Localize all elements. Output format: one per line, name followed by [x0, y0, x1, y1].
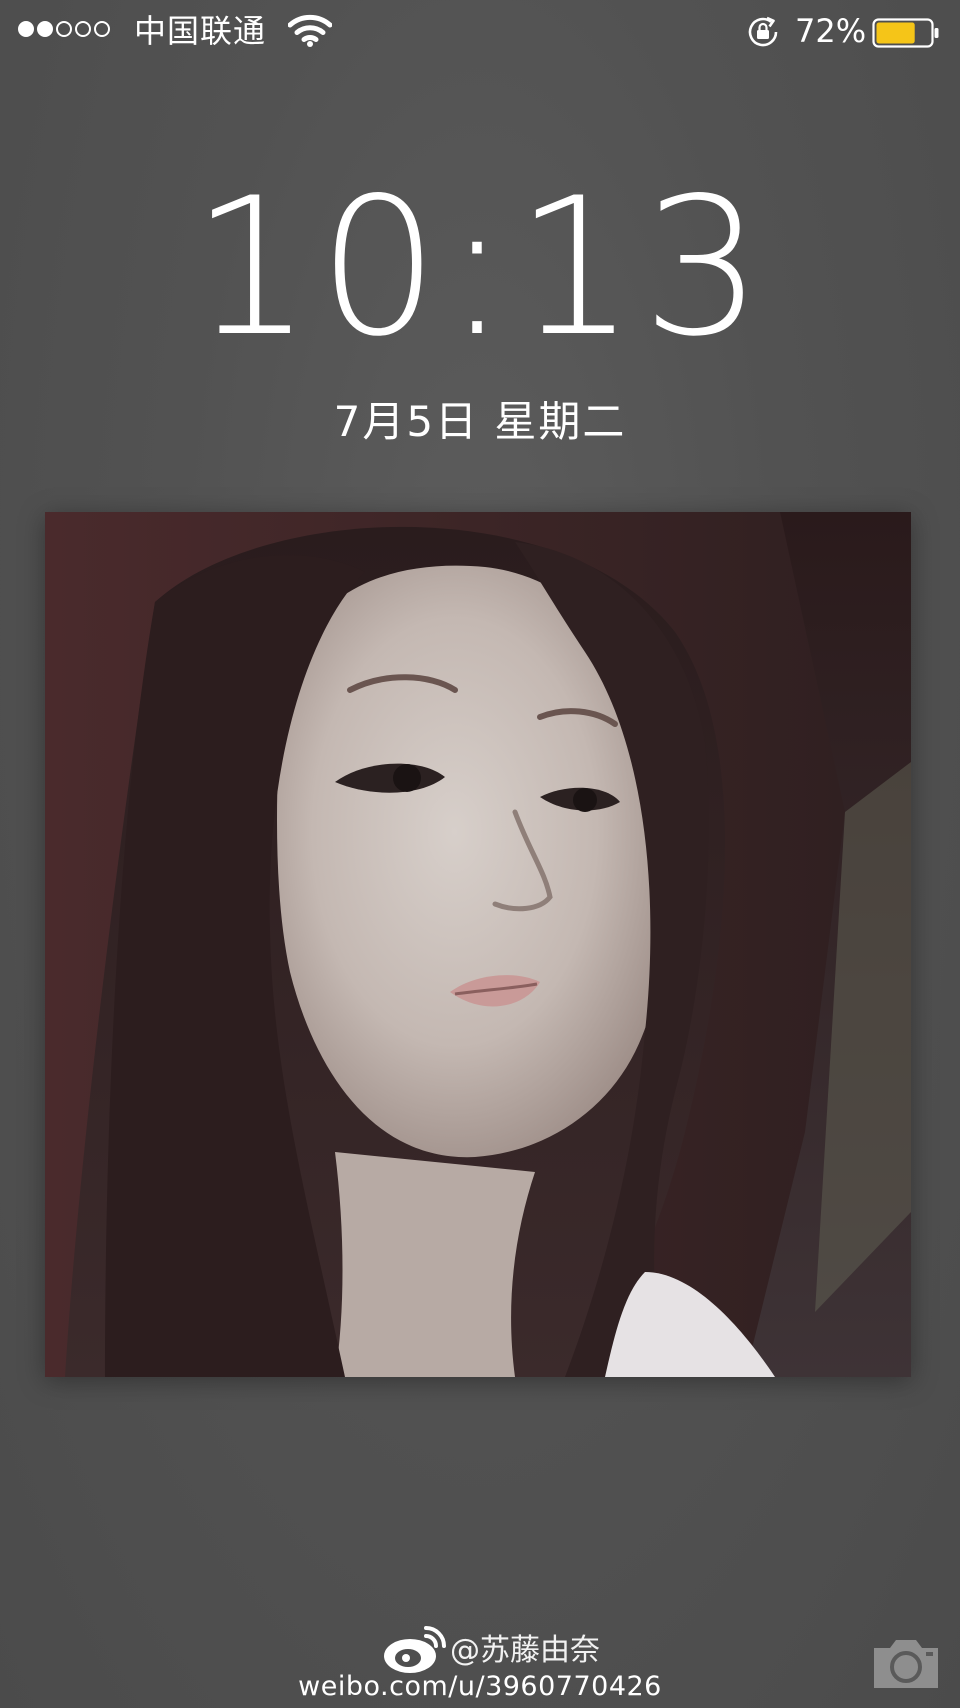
portrait-photo	[45, 512, 911, 1377]
battery-icon	[872, 18, 939, 48]
signal-dot	[94, 21, 110, 37]
weibo-icon	[384, 1626, 446, 1673]
signal-dot	[18, 21, 34, 37]
carrier-name: 中国联通	[134, 12, 267, 50]
signal-dot	[75, 21, 91, 37]
signal-strength-indicator	[18, 21, 110, 37]
battery-level-fill	[876, 22, 915, 44]
camera-icon[interactable]	[870, 1632, 942, 1692]
lock-screen-time: 10:13	[191, 157, 769, 378]
wifi-icon	[288, 14, 332, 47]
signal-dot	[37, 21, 53, 37]
status-bar: 中国联通 72%	[0, 0, 960, 64]
battery-percentage: 72%	[795, 12, 867, 50]
photo-notification[interactable]	[45, 512, 911, 1377]
lock-screen-date: 7月5日 星期二	[333, 397, 627, 446]
lock-screen: 中国联通 72% 10:13 7月5日 星期二 @苏藤由奈 weibo.com/…	[0, 0, 960, 1708]
orientation-lock-icon	[748, 16, 778, 47]
signal-dot	[56, 21, 72, 37]
weibo-url: weibo.com/u/3960770426	[298, 1671, 662, 1702]
weibo-handle: @苏藤由奈	[450, 1633, 600, 1668]
